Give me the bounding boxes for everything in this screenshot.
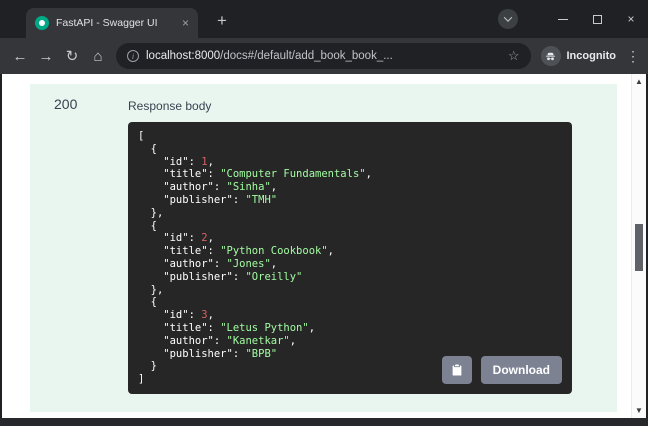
incognito-badge: Incognito	[540, 46, 617, 66]
back-button[interactable]: ←	[7, 48, 33, 65]
window-bottom-edge	[0, 418, 648, 426]
titlebar: FastAPI - Swagger UI × + ×	[0, 0, 648, 38]
scroll-down-icon[interactable]: ▼	[635, 406, 643, 415]
url-path: /docs#/default/add_book_book_...	[220, 50, 393, 62]
download-button[interactable]: Download	[480, 356, 562, 384]
browser-window: FastAPI - Swagger UI × + × ← → ↻ ⌂ i loc…	[0, 0, 648, 426]
kebab-menu-button[interactable]: ⋮	[625, 48, 641, 65]
home-button[interactable]: ⌂	[85, 48, 111, 65]
incognito-label: Incognito	[566, 50, 617, 62]
new-tab-button[interactable]: +	[210, 10, 234, 34]
status-code: 200	[54, 96, 78, 112]
minimize-icon	[558, 18, 568, 20]
forward-button[interactable]: →	[33, 48, 59, 65]
response-panel: 200 Response body [ { "id": 1, "title": …	[30, 84, 617, 412]
maximize-button[interactable]	[580, 0, 614, 38]
page-info-icon[interactable]: i	[127, 50, 139, 62]
page-content: 200 Response body [ { "id": 1, "title": …	[0, 74, 648, 418]
scroll-up-icon[interactable]: ▲	[635, 77, 643, 86]
copy-button[interactable]	[441, 356, 472, 384]
tab-title: FastAPI - Swagger UI	[56, 17, 158, 29]
url-text: localhost:8000/docs#/default/add_book_bo…	[146, 50, 502, 62]
maximize-icon	[592, 14, 602, 24]
minimize-button[interactable]	[546, 0, 580, 38]
response-body-label: Response body	[128, 99, 212, 113]
response-body-code: [ { "id": 1, "title": "Computer Fundamen…	[138, 130, 372, 386]
reload-button[interactable]: ↻	[59, 47, 85, 65]
incognito-icon	[540, 46, 561, 66]
browser-toolbar: ← → ↻ ⌂ i localhost:8000/docs#/default/a…	[0, 38, 648, 74]
tab-search-button[interactable]	[498, 9, 518, 29]
vertical-scrollbar[interactable]: ▲ ▼	[631, 74, 646, 418]
fastapi-favicon-icon	[35, 16, 49, 30]
chevron-down-icon	[503, 13, 513, 22]
clipboard-icon	[452, 364, 462, 376]
url-host: localhost:8000	[146, 50, 221, 62]
tab-close-icon[interactable]: ×	[182, 17, 189, 29]
close-button[interactable]: ×	[614, 0, 648, 38]
bookmark-star-icon[interactable]: ☆	[508, 48, 520, 64]
scrollbar-thumb[interactable]	[635, 224, 643, 271]
address-bar[interactable]: i localhost:8000/docs#/default/add_book_…	[116, 43, 531, 69]
response-body-block: [ { "id": 1, "title": "Computer Fundamen…	[128, 122, 572, 394]
browser-tab[interactable]: FastAPI - Swagger UI ×	[26, 8, 198, 38]
